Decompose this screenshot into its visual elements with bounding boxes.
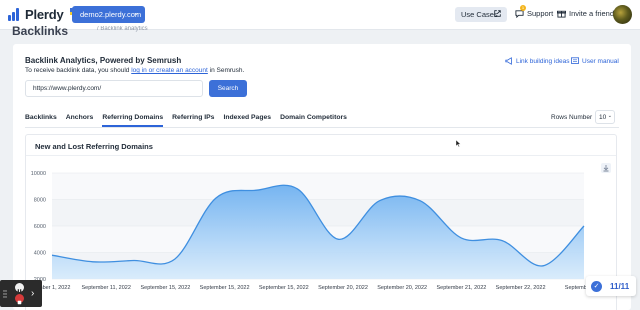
progress-count: 11/11	[610, 281, 630, 291]
x-tick-label: September 22, 2022	[496, 285, 546, 291]
manual-icon	[571, 57, 579, 64]
tab-backlinks[interactable]: Backlinks	[25, 110, 57, 127]
x-tick-label: September 15, 2022	[259, 285, 309, 291]
tab-referring-domains[interactable]: Referring Domains	[102, 110, 164, 127]
y-tick-label: 8000	[34, 198, 46, 204]
breadcrumb: / Backlink analytics	[97, 26, 148, 32]
card-subtitle: To receive backlink data, you should log…	[25, 67, 244, 74]
tab-indexed-pages[interactable]: Indexed Pages	[223, 110, 271, 127]
invite-label: Invite a friend	[569, 9, 615, 18]
pause-icon[interactable]	[15, 283, 24, 294]
tab-referring-ips[interactable]: Referring IPs	[172, 110, 214, 127]
support-badge: 1	[520, 5, 526, 11]
url-input[interactable]	[25, 80, 203, 97]
tabs: Backlinks Anchors Referring Domains Refe…	[25, 110, 347, 127]
support-icon: 1	[515, 5, 526, 19]
drag-handle-icon[interactable]	[3, 290, 7, 298]
tab-domain-competitors[interactable]: Domain Competitors	[280, 110, 347, 127]
avatar[interactable]	[613, 5, 632, 24]
domain-select-label: demo2.plerdy.com	[80, 10, 142, 19]
x-tick-label: September 20, 2022	[377, 285, 427, 291]
card-subtitle-text: To receive backlink data, you should	[25, 67, 132, 74]
link-building-ideas-label: Link building ideas	[516, 57, 570, 65]
y-tick-label: 10000	[31, 171, 46, 177]
logo-text: Plerdy	[25, 7, 64, 22]
megaphone-icon	[505, 57, 512, 65]
login-link[interactable]: log in or create an account	[131, 67, 208, 74]
link-building-ideas-link[interactable]: Link building ideas	[505, 57, 569, 65]
referring-domains-chart: 200040006000800010000 September 1, 2022S…	[26, 171, 592, 291]
task-progress-pill[interactable]: ✓ 11/11	[586, 276, 636, 296]
mouse-cursor-icon	[456, 140, 462, 147]
card-title: Backlink Analytics, Powered by Semrush	[25, 56, 182, 65]
domain-select[interactable]: demo2.plerdy.com ⌄	[72, 6, 145, 23]
x-tick-label: September 15, 2022	[140, 285, 190, 291]
x-tick-label: September 15, 2022	[200, 285, 250, 291]
backlink-analytics-card: Backlink Analytics, Powered by Semrush T…	[13, 44, 631, 310]
search-button[interactable]: Search	[209, 80, 247, 97]
support-link[interactable]: 1 Support	[515, 5, 554, 19]
tabs-divider	[25, 127, 619, 128]
check-icon: ✓	[591, 280, 602, 292]
y-tick-label: 4000	[34, 251, 46, 257]
chevron-down-icon: ⌄	[607, 113, 612, 119]
y-tick-label: 6000	[34, 224, 46, 230]
page-title: Backlinks	[12, 24, 69, 35]
user-manual-link[interactable]: User manual	[571, 57, 619, 65]
screen-recorder-widget: ›	[0, 280, 42, 307]
use-cases-button[interactable]: Use Cases	[455, 7, 507, 22]
x-tick-label: September 20, 2022	[318, 285, 368, 291]
chevron-right-icon[interactable]: ›	[31, 288, 34, 299]
top-bar: Plerdy demo2.plerdy.com ⌄ Use Cases 1 Su…	[0, 0, 640, 30]
rows-number-select[interactable]: 10 ⌄	[595, 110, 615, 124]
gift-icon	[557, 10, 566, 18]
x-tick-label: September 21, 2022	[436, 285, 486, 291]
support-label: Support	[527, 9, 554, 18]
use-cases-label: Use Cases	[461, 10, 498, 19]
grid-band	[52, 173, 584, 200]
card-subtitle-tail: in Semrush.	[207, 67, 245, 74]
stop-recording-icon[interactable]	[15, 294, 24, 305]
plerdy-logo-icon	[8, 8, 21, 21]
x-tick-label: September 11, 2022	[81, 285, 130, 291]
logo[interactable]: Plerdy	[8, 7, 79, 22]
external-link-icon	[494, 10, 501, 17]
chart-panel: New and Lost Referring Domains 200040006…	[25, 134, 617, 310]
tab-anchors[interactable]: Anchors	[66, 110, 94, 127]
rows-number-value: 10	[599, 113, 607, 121]
user-manual-label: User manual	[582, 57, 619, 65]
chevron-down-icon: ⌄	[133, 10, 139, 17]
rows-number-label: Rows Number	[551, 114, 593, 121]
invite-friend-link[interactable]: Invite a friend	[557, 9, 614, 18]
